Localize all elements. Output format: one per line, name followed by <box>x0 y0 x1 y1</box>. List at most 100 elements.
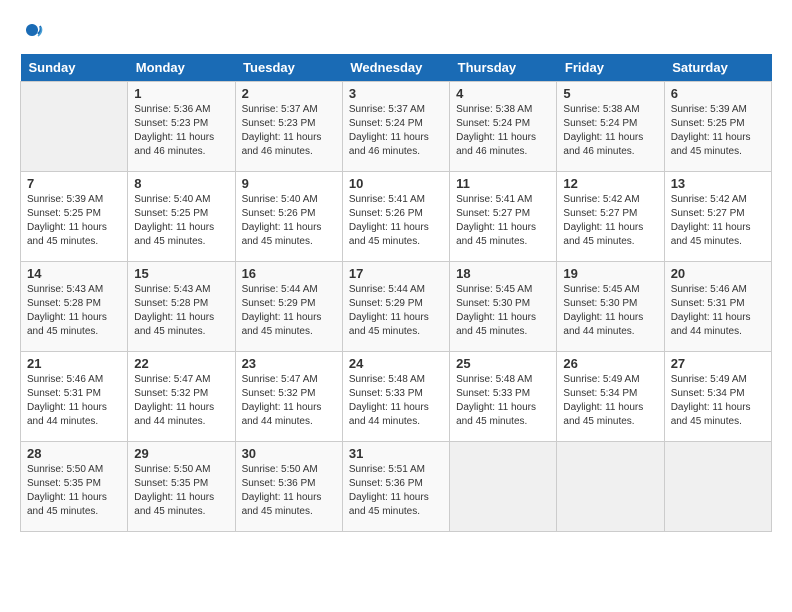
calendar-cell: 11 Sunrise: 5:41 AMSunset: 5:27 PMDaylig… <box>450 172 557 262</box>
calendar-cell: 5 Sunrise: 5:38 AMSunset: 5:24 PMDayligh… <box>557 82 664 172</box>
day-number: 27 <box>671 356 765 371</box>
calendar-cell: 13 Sunrise: 5:42 AMSunset: 5:27 PMDaylig… <box>664 172 771 262</box>
calendar-cell: 8 Sunrise: 5:40 AMSunset: 5:25 PMDayligh… <box>128 172 235 262</box>
day-number: 17 <box>349 266 443 281</box>
calendar-week-row: 14 Sunrise: 5:43 AMSunset: 5:28 PMDaylig… <box>21 262 772 352</box>
calendar-week-row: 7 Sunrise: 5:39 AMSunset: 5:25 PMDayligh… <box>21 172 772 262</box>
calendar-cell: 3 Sunrise: 5:37 AMSunset: 5:24 PMDayligh… <box>342 82 449 172</box>
day-number: 9 <box>242 176 336 191</box>
day-number: 26 <box>563 356 657 371</box>
calendar-cell: 28 Sunrise: 5:50 AMSunset: 5:35 PMDaylig… <box>21 442 128 532</box>
calendar-table: SundayMondayTuesdayWednesdayThursdayFrid… <box>20 54 772 532</box>
calendar-week-row: 21 Sunrise: 5:46 AMSunset: 5:31 PMDaylig… <box>21 352 772 442</box>
cell-info: Sunrise: 5:41 AMSunset: 5:27 PMDaylight:… <box>456 194 536 247</box>
calendar-cell: 21 Sunrise: 5:46 AMSunset: 5:31 PMDaylig… <box>21 352 128 442</box>
calendar-week-row: 28 Sunrise: 5:50 AMSunset: 5:35 PMDaylig… <box>21 442 772 532</box>
day-number: 31 <box>349 446 443 461</box>
calendar-cell: 26 Sunrise: 5:49 AMSunset: 5:34 PMDaylig… <box>557 352 664 442</box>
cell-info: Sunrise: 5:40 AMSunset: 5:25 PMDaylight:… <box>134 194 214 247</box>
day-number: 21 <box>27 356 121 371</box>
day-number: 8 <box>134 176 228 191</box>
page-header <box>20 20 772 44</box>
calendar-cell: 22 Sunrise: 5:47 AMSunset: 5:32 PMDaylig… <box>128 352 235 442</box>
calendar-cell <box>557 442 664 532</box>
calendar-cell: 7 Sunrise: 5:39 AMSunset: 5:25 PMDayligh… <box>21 172 128 262</box>
day-number: 6 <box>671 86 765 101</box>
day-number: 10 <box>349 176 443 191</box>
cell-info: Sunrise: 5:45 AMSunset: 5:30 PMDaylight:… <box>563 284 643 337</box>
calendar-cell: 2 Sunrise: 5:37 AMSunset: 5:23 PMDayligh… <box>235 82 342 172</box>
day-number: 24 <box>349 356 443 371</box>
calendar-cell: 27 Sunrise: 5:49 AMSunset: 5:34 PMDaylig… <box>664 352 771 442</box>
calendar-header-row: SundayMondayTuesdayWednesdayThursdayFrid… <box>21 54 772 82</box>
header-tuesday: Tuesday <box>235 54 342 82</box>
calendar-cell <box>21 82 128 172</box>
cell-info: Sunrise: 5:49 AMSunset: 5:34 PMDaylight:… <box>671 374 751 427</box>
calendar-cell: 15 Sunrise: 5:43 AMSunset: 5:28 PMDaylig… <box>128 262 235 352</box>
day-number: 5 <box>563 86 657 101</box>
logo-icon <box>20 20 44 44</box>
cell-info: Sunrise: 5:36 AMSunset: 5:23 PMDaylight:… <box>134 104 214 157</box>
cell-info: Sunrise: 5:42 AMSunset: 5:27 PMDaylight:… <box>563 194 643 247</box>
calendar-cell: 24 Sunrise: 5:48 AMSunset: 5:33 PMDaylig… <box>342 352 449 442</box>
calendar-cell: 1 Sunrise: 5:36 AMSunset: 5:23 PMDayligh… <box>128 82 235 172</box>
cell-info: Sunrise: 5:37 AMSunset: 5:24 PMDaylight:… <box>349 104 429 157</box>
day-number: 16 <box>242 266 336 281</box>
day-number: 19 <box>563 266 657 281</box>
day-number: 7 <box>27 176 121 191</box>
cell-info: Sunrise: 5:37 AMSunset: 5:23 PMDaylight:… <box>242 104 322 157</box>
cell-info: Sunrise: 5:39 AMSunset: 5:25 PMDaylight:… <box>27 194 107 247</box>
calendar-cell <box>664 442 771 532</box>
day-number: 11 <box>456 176 550 191</box>
cell-info: Sunrise: 5:43 AMSunset: 5:28 PMDaylight:… <box>134 284 214 337</box>
cell-info: Sunrise: 5:50 AMSunset: 5:35 PMDaylight:… <box>27 464 107 517</box>
day-number: 3 <box>349 86 443 101</box>
cell-info: Sunrise: 5:46 AMSunset: 5:31 PMDaylight:… <box>671 284 751 337</box>
cell-info: Sunrise: 5:47 AMSunset: 5:32 PMDaylight:… <box>134 374 214 427</box>
calendar-cell: 12 Sunrise: 5:42 AMSunset: 5:27 PMDaylig… <box>557 172 664 262</box>
day-number: 15 <box>134 266 228 281</box>
day-number: 12 <box>563 176 657 191</box>
day-number: 18 <box>456 266 550 281</box>
cell-info: Sunrise: 5:43 AMSunset: 5:28 PMDaylight:… <box>27 284 107 337</box>
cell-info: Sunrise: 5:45 AMSunset: 5:30 PMDaylight:… <box>456 284 536 337</box>
cell-info: Sunrise: 5:46 AMSunset: 5:31 PMDaylight:… <box>27 374 107 427</box>
cell-info: Sunrise: 5:44 AMSunset: 5:29 PMDaylight:… <box>349 284 429 337</box>
cell-info: Sunrise: 5:51 AMSunset: 5:36 PMDaylight:… <box>349 464 429 517</box>
calendar-cell: 4 Sunrise: 5:38 AMSunset: 5:24 PMDayligh… <box>450 82 557 172</box>
calendar-cell: 18 Sunrise: 5:45 AMSunset: 5:30 PMDaylig… <box>450 262 557 352</box>
cell-info: Sunrise: 5:47 AMSunset: 5:32 PMDaylight:… <box>242 374 322 427</box>
cell-info: Sunrise: 5:48 AMSunset: 5:33 PMDaylight:… <box>349 374 429 427</box>
day-number: 29 <box>134 446 228 461</box>
day-number: 14 <box>27 266 121 281</box>
cell-info: Sunrise: 5:48 AMSunset: 5:33 PMDaylight:… <box>456 374 536 427</box>
calendar-cell: 25 Sunrise: 5:48 AMSunset: 5:33 PMDaylig… <box>450 352 557 442</box>
header-monday: Monday <box>128 54 235 82</box>
cell-info: Sunrise: 5:41 AMSunset: 5:26 PMDaylight:… <box>349 194 429 247</box>
cell-info: Sunrise: 5:40 AMSunset: 5:26 PMDaylight:… <box>242 194 322 247</box>
calendar-cell: 9 Sunrise: 5:40 AMSunset: 5:26 PMDayligh… <box>235 172 342 262</box>
header-saturday: Saturday <box>664 54 771 82</box>
calendar-cell: 29 Sunrise: 5:50 AMSunset: 5:35 PMDaylig… <box>128 442 235 532</box>
day-number: 23 <box>242 356 336 371</box>
calendar-cell: 20 Sunrise: 5:46 AMSunset: 5:31 PMDaylig… <box>664 262 771 352</box>
calendar-cell: 16 Sunrise: 5:44 AMSunset: 5:29 PMDaylig… <box>235 262 342 352</box>
day-number: 2 <box>242 86 336 101</box>
logo <box>20 20 48 44</box>
day-number: 20 <box>671 266 765 281</box>
cell-info: Sunrise: 5:50 AMSunset: 5:35 PMDaylight:… <box>134 464 214 517</box>
calendar-cell: 30 Sunrise: 5:50 AMSunset: 5:36 PMDaylig… <box>235 442 342 532</box>
calendar-cell: 23 Sunrise: 5:47 AMSunset: 5:32 PMDaylig… <box>235 352 342 442</box>
cell-info: Sunrise: 5:39 AMSunset: 5:25 PMDaylight:… <box>671 104 751 157</box>
day-number: 4 <box>456 86 550 101</box>
calendar-cell: 31 Sunrise: 5:51 AMSunset: 5:36 PMDaylig… <box>342 442 449 532</box>
header-friday: Friday <box>557 54 664 82</box>
cell-info: Sunrise: 5:38 AMSunset: 5:24 PMDaylight:… <box>456 104 536 157</box>
calendar-cell: 19 Sunrise: 5:45 AMSunset: 5:30 PMDaylig… <box>557 262 664 352</box>
header-wednesday: Wednesday <box>342 54 449 82</box>
day-number: 1 <box>134 86 228 101</box>
day-number: 25 <box>456 356 550 371</box>
calendar-cell: 6 Sunrise: 5:39 AMSunset: 5:25 PMDayligh… <box>664 82 771 172</box>
header-sunday: Sunday <box>21 54 128 82</box>
calendar-cell <box>450 442 557 532</box>
